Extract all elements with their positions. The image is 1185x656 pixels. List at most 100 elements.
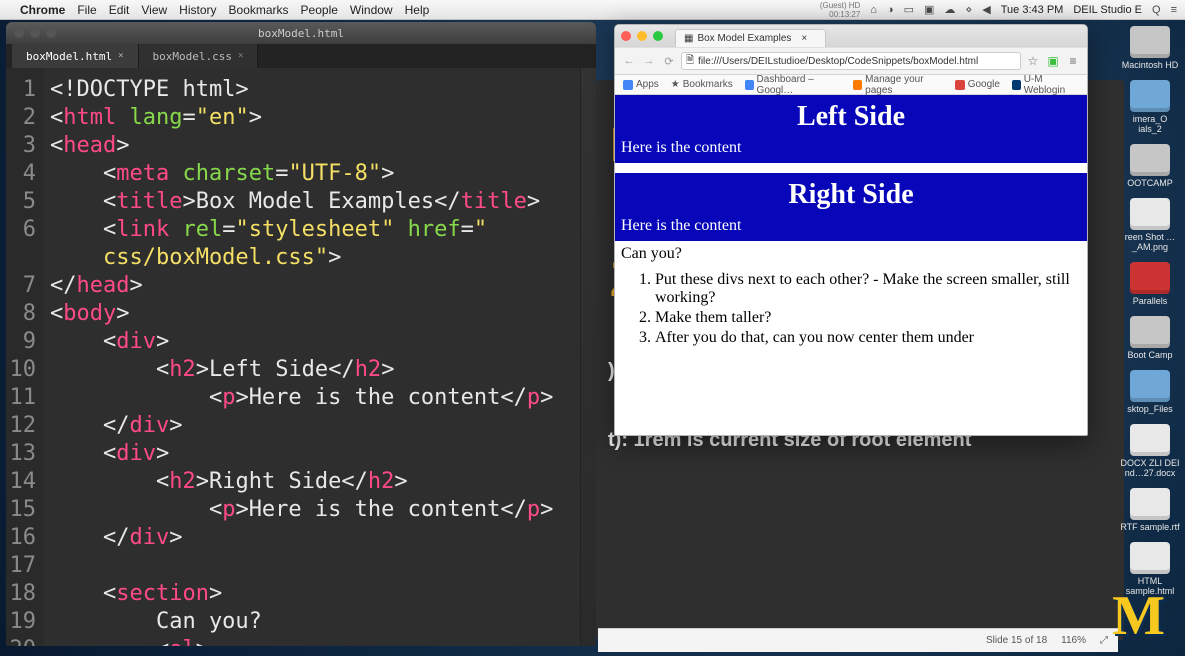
browser-tab-title: Box Model Examples xyxy=(697,33,791,44)
editor-minimize-icon[interactable] xyxy=(30,28,40,38)
menu-icon[interactable]: ≡ xyxy=(1065,54,1081,68)
volume-icon[interactable]: ◀ xyxy=(982,3,990,16)
slide-zoom: 116% xyxy=(1061,635,1086,646)
hd-icon xyxy=(1130,144,1170,176)
question-text: Can you? xyxy=(621,245,1081,263)
dropbox-icon[interactable]: ⌂ xyxy=(870,4,877,16)
slide-expand-icon[interactable]: ⤢ xyxy=(1100,635,1108,646)
bookmark-dashboard[interactable]: Dashboard – Googl… xyxy=(745,74,842,96)
slide-footer: Slide 15 of 18 116% ⤢ xyxy=(598,628,1118,652)
editor-tab-label: boxModel.html xyxy=(26,50,112,63)
editor-tab-label: boxModel.css xyxy=(153,50,232,63)
cloud-icon[interactable]: ☁︎ xyxy=(944,3,955,16)
hd-icon xyxy=(1130,316,1170,348)
slide-count: Slide 15 of 18 xyxy=(986,635,1047,646)
app-icon xyxy=(1130,262,1170,294)
menubar-user[interactable]: DEIL Studio E xyxy=(1073,4,1142,16)
close-icon[interactable]: × xyxy=(118,51,123,61)
menu-history[interactable]: History xyxy=(179,3,216,17)
airplay-icon[interactable]: ▣ xyxy=(924,3,934,16)
menu-bookmarks[interactable]: Bookmarks xyxy=(229,3,289,17)
desktop-item[interactable]: RTF sample.rtf xyxy=(1120,488,1180,532)
image-icon xyxy=(1130,198,1170,230)
bookmark-manage[interactable]: Manage your pages xyxy=(853,74,942,96)
docx-icon xyxy=(1130,424,1170,456)
html-icon xyxy=(1130,542,1170,574)
address-bar[interactable]: 🗎 file:///Users/DEILstudioe/Desktop/Code… xyxy=(681,52,1021,70)
file-scheme-icon: 🗎 xyxy=(686,53,694,70)
window-close-icon[interactable] xyxy=(621,31,631,41)
bookmark-weblogin[interactable]: U-M Weblogin xyxy=(1012,74,1079,96)
close-icon[interactable]: × xyxy=(801,33,807,44)
close-icon[interactable]: × xyxy=(238,51,243,61)
code-editor-window: boxModel.html boxModel.html × boxModel.c… xyxy=(6,22,596,646)
chrome-window: ▦ Box Model Examples × ← → ⟳ 🗎 file:///U… xyxy=(614,24,1088,436)
guest-badge: (Guest) HD00:13:27 xyxy=(820,1,860,19)
bookmark-apps[interactable]: Apps xyxy=(623,79,659,90)
menu-edit[interactable]: Edit xyxy=(109,3,130,17)
wifi-icon[interactable]: ⋄ xyxy=(965,3,972,16)
menu-window[interactable]: Window xyxy=(350,3,393,17)
left-box: Left Side Here is the content xyxy=(615,95,1087,163)
list-item: Make them taller? xyxy=(655,309,1081,327)
folder-icon xyxy=(1130,370,1170,402)
chrome-toolbar: ← → ⟳ 🗎 file:///Users/DEILstudioe/Deskto… xyxy=(615,47,1087,75)
editor-titlebar[interactable]: boxModel.html xyxy=(6,22,596,44)
browser-tab[interactable]: ▦ Box Model Examples × xyxy=(675,29,826,47)
desktop-item[interactable]: OOTCAMP xyxy=(1120,144,1180,188)
bookmark-google[interactable]: Google xyxy=(955,79,1000,90)
code-body[interactable]: <!DOCTYPE html> <html lang="en"> <head> … xyxy=(44,68,596,646)
left-content: Here is the content xyxy=(621,139,1081,157)
bookmarks-bar: Apps ★ Bookmarks Dashboard – Googl… Mana… xyxy=(615,75,1087,95)
url-text: file:///Users/DEILstudioe/Desktop/CodeSn… xyxy=(698,56,978,67)
list-item: After you do that, can you now center th… xyxy=(655,329,1081,347)
app-name[interactable]: Chrome xyxy=(20,3,65,17)
desktop-item[interactable]: Parallels xyxy=(1120,262,1180,306)
editor-tabs: boxModel.html × boxModel.css × xyxy=(6,44,596,68)
menu-people[interactable]: People xyxy=(301,3,338,17)
desktop-item[interactable]: Boot Camp xyxy=(1120,316,1180,360)
desktop-item[interactable]: imera_O ials_2 xyxy=(1120,80,1180,134)
editor-close-icon[interactable] xyxy=(14,28,24,38)
editor-minimap[interactable] xyxy=(580,68,596,646)
michigan-logo-icon: M xyxy=(1112,584,1165,648)
sync-icon[interactable]: ◑ xyxy=(887,4,894,16)
menu-list-icon[interactable]: ≡ xyxy=(1171,4,1177,16)
menu-file[interactable]: File xyxy=(77,3,96,17)
desktop-icon-column: Macintosh HD imera_O ials_2 OOTCAMP reen… xyxy=(1119,26,1181,596)
hd-icon xyxy=(1130,26,1170,58)
page-viewport[interactable]: Left Side Here is the content Right Side… xyxy=(615,95,1087,435)
right-heading: Right Side xyxy=(621,179,1081,211)
window-minimize-icon[interactable] xyxy=(637,31,647,41)
question-section: Can you? Put these divs next to each oth… xyxy=(615,241,1087,353)
desktop-item[interactable]: Macintosh HD xyxy=(1120,26,1180,70)
spotlight-icon[interactable]: Q xyxy=(1152,4,1161,16)
rtf-icon xyxy=(1130,488,1170,520)
right-box: Right Side Here is the content xyxy=(615,173,1087,241)
menubar-clock[interactable]: Tue 3:43 PM xyxy=(1001,4,1064,16)
code-area[interactable]: 1 2 3 4 5 6 7 8 9 10 11 12 13 14 15 16 1… xyxy=(6,68,596,646)
desktop-item[interactable]: reen Shot …_AM.png xyxy=(1120,198,1180,252)
macos-menubar: Chrome File Edit View History Bookmarks … xyxy=(0,0,1185,20)
right-content: Here is the content xyxy=(621,217,1081,235)
page-favicon-icon: ▦ xyxy=(684,33,693,44)
forward-icon[interactable]: → xyxy=(641,55,657,67)
line-number-gutter: 1 2 3 4 5 6 7 8 9 10 11 12 13 14 15 16 1… xyxy=(6,68,44,646)
list-item: Put these divs next to each other? - Mak… xyxy=(655,271,1081,307)
desktop-item[interactable]: DOCX ZLI DEI nd…27.docx xyxy=(1120,424,1180,478)
editor-tab-html[interactable]: boxModel.html × xyxy=(12,44,139,68)
star-icon[interactable]: ☆ xyxy=(1025,54,1041,68)
display-icon[interactable]: ▭ xyxy=(904,3,914,16)
desktop-item[interactable]: sktop_Files xyxy=(1120,370,1180,414)
folder-icon xyxy=(1130,80,1170,112)
editor-zoom-icon[interactable] xyxy=(46,28,56,38)
editor-tab-css[interactable]: boxModel.css × xyxy=(139,44,259,68)
editor-title: boxModel.html xyxy=(258,27,344,40)
bookmark-star[interactable]: ★ Bookmarks xyxy=(671,79,733,90)
back-icon[interactable]: ← xyxy=(621,55,637,67)
window-zoom-icon[interactable] xyxy=(653,31,663,41)
menu-view[interactable]: View xyxy=(141,3,167,17)
menu-help[interactable]: Help xyxy=(405,3,430,17)
extension-icon[interactable]: ▣ xyxy=(1045,54,1061,68)
reload-icon[interactable]: ⟳ xyxy=(661,55,677,68)
